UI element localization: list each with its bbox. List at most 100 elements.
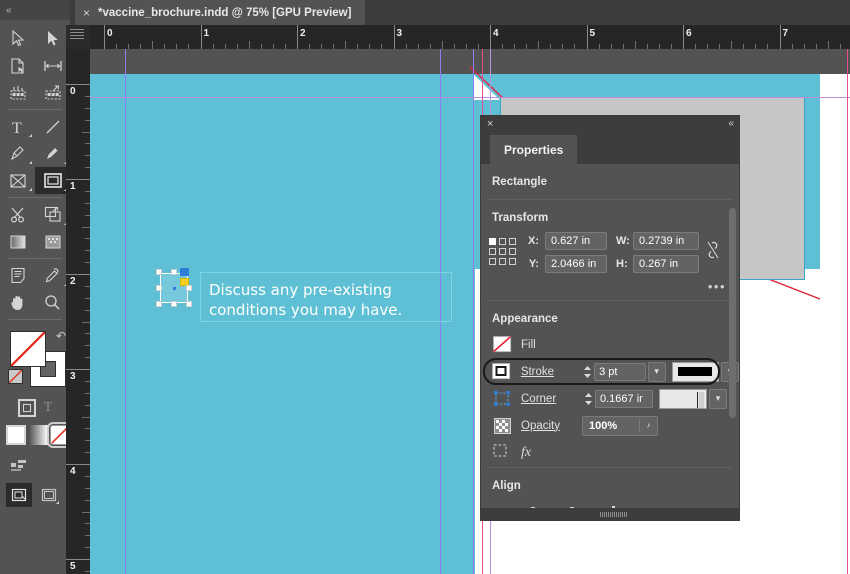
corner-radius-stepper[interactable] xyxy=(582,389,595,409)
fill-row[interactable]: Fill xyxy=(481,331,739,358)
apply-gradient-button[interactable] xyxy=(28,425,48,445)
corner-options-icon[interactable] xyxy=(492,390,512,408)
panel-collapse-strip[interactable]: « xyxy=(0,0,70,20)
tool-flyout-corner-icon xyxy=(29,188,32,191)
formatting-affects-row: T xyxy=(0,395,70,421)
opacity-checker-icon[interactable] xyxy=(492,417,512,435)
effects-row[interactable]: fx xyxy=(481,439,739,467)
handle-middle-left[interactable] xyxy=(156,285,162,291)
opacity-row[interactable]: Opacity 100% › xyxy=(481,412,739,439)
default-fill-stroke-icon[interactable] xyxy=(8,369,23,384)
vertical-ruler[interactable]: 0 1 2 3 4 5 xyxy=(66,49,90,574)
transform-more-options[interactable]: ••• xyxy=(481,273,739,300)
stroke-row[interactable]: Stroke 3 pt ▾ ▾ xyxy=(481,358,739,385)
gradient-swatch-tool[interactable] xyxy=(0,228,35,255)
stroke-weight-dropdown[interactable]: ▾ xyxy=(647,361,666,382)
y-input[interactable]: 2.0466 in xyxy=(545,255,607,273)
collapse-chevrons-icon[interactable]: « xyxy=(6,5,11,16)
fill-label: Fill xyxy=(521,338,536,351)
broken-link-icon[interactable] xyxy=(706,240,720,265)
ruler-origin-box[interactable] xyxy=(66,25,90,49)
ruler-tick-v: 5 xyxy=(70,561,76,572)
selection-tool[interactable] xyxy=(0,25,35,52)
fill-none-swatch-icon[interactable] xyxy=(492,336,512,354)
page-tool[interactable] xyxy=(0,52,35,79)
wh-fields: W: 0.2739 in H: 0.267 in xyxy=(616,232,699,273)
svg-text:T: T xyxy=(12,120,22,135)
document-tab-bar: × *vaccine_brochure.indd @ 75% [GPU Prev… xyxy=(70,0,850,25)
content-collector-tool[interactable] xyxy=(0,79,35,106)
stroke-weight-stepper[interactable] xyxy=(581,362,594,382)
direct-selection-tool[interactable] xyxy=(35,25,70,52)
handle-top-left[interactable] xyxy=(156,269,162,275)
corner-shape-dropdown[interactable]: ▾ xyxy=(709,388,727,409)
rectangle-tool[interactable] xyxy=(35,167,70,194)
eyedropper-tool[interactable] xyxy=(35,262,70,289)
line-tool[interactable] xyxy=(35,113,70,140)
opacity-control[interactable]: 100% › xyxy=(582,415,658,436)
note-tool[interactable] xyxy=(0,262,35,289)
x-input[interactable]: 0.627 in xyxy=(545,232,607,250)
stroke-swatch-icon[interactable] xyxy=(492,363,512,381)
panel-scrollbar-thumb[interactable] xyxy=(729,208,736,418)
handle-bottom-left[interactable] xyxy=(156,301,162,307)
free-transform-tool[interactable] xyxy=(35,201,70,228)
panel-titlebar[interactable]: × « xyxy=(481,116,739,135)
handle-bottom-right[interactable] xyxy=(186,301,192,307)
fill-swatch[interactable] xyxy=(10,331,46,367)
document-tab[interactable]: × *vaccine_brochure.indd @ 75% [GPU Prev… xyxy=(75,0,366,25)
tool-divider xyxy=(0,316,70,323)
stroke-weight-input[interactable]: 3 pt xyxy=(594,362,646,381)
panel-scrollbar-track[interactable] xyxy=(729,208,736,518)
ruler-tick-h: 4 xyxy=(493,28,499,39)
h-input[interactable]: 0.267 in xyxy=(633,255,699,273)
corner-shape-swatch[interactable] xyxy=(659,388,707,409)
text-frame[interactable]: Discuss any pre-existing conditions you … xyxy=(200,272,452,322)
opacity-value[interactable]: 100% xyxy=(583,420,639,432)
gap-tool[interactable] xyxy=(35,52,70,79)
type-tool[interactable]: T xyxy=(0,113,35,140)
handle-top-right[interactable] xyxy=(180,268,189,276)
content-placer-tool[interactable] xyxy=(35,79,70,106)
normal-screen-mode-button[interactable] xyxy=(6,483,32,507)
gradient-feather-tool[interactable] xyxy=(35,228,70,255)
close-icon[interactable]: × xyxy=(83,6,90,20)
tools-panel: T ↶ T xyxy=(0,20,73,574)
zoom-tool[interactable] xyxy=(35,289,70,316)
h-label: H: xyxy=(616,258,628,270)
ruler-tick-v: 1 xyxy=(70,181,76,192)
close-icon[interactable]: × xyxy=(487,118,493,130)
handle-middle-right[interactable] xyxy=(186,285,192,291)
stroke-color-swatch[interactable] xyxy=(671,361,720,382)
screen-mode-row xyxy=(0,483,70,507)
handle-bottom-center[interactable] xyxy=(171,301,177,307)
scissors-tool[interactable] xyxy=(0,201,35,228)
selected-rectangle[interactable] xyxy=(156,268,192,307)
formatting-affects-container-icon[interactable] xyxy=(17,399,36,417)
ruler-tick-v: 2 xyxy=(70,276,76,287)
reference-point-proxy[interactable] xyxy=(489,237,519,268)
text-frame-line-1: Discuss any pre-existing xyxy=(209,281,392,299)
tab-properties[interactable]: Properties xyxy=(490,135,578,164)
frame-tool[interactable] xyxy=(0,167,35,194)
bleed-guide-far-right xyxy=(847,49,848,574)
fx-label[interactable]: fx xyxy=(521,445,531,461)
effects-frame-icon[interactable] xyxy=(492,443,508,463)
pen-tool[interactable] xyxy=(0,140,35,167)
corner-row[interactable]: Corner 0.1667 ir ▾ xyxy=(481,385,739,412)
handle-top-center[interactable] xyxy=(171,269,177,275)
opacity-flyout-arrow-icon[interactable]: › xyxy=(639,420,657,431)
w-input[interactable]: 0.2739 in xyxy=(633,232,699,250)
panel-resize-grip[interactable] xyxy=(600,512,628,517)
collapse-chevrons-icon[interactable]: « xyxy=(728,118,733,129)
formatting-affects-text-icon[interactable]: T xyxy=(44,400,53,416)
indesign-window: « × *vaccine_brochure.indd @ 75% [GPU Pr… xyxy=(0,0,850,574)
horizontal-ruler[interactable]: 0 1 2 3 4 5 6 7 xyxy=(90,25,850,49)
corner-radius-input[interactable]: 0.1667 ir xyxy=(595,389,653,408)
pencil-tool[interactable] xyxy=(35,140,70,167)
margin-guide-top xyxy=(90,97,850,98)
swap-fill-stroke-icon[interactable]: ↶ xyxy=(56,329,66,343)
apply-color-button[interactable] xyxy=(6,425,26,445)
preview-screen-mode-button[interactable] xyxy=(36,483,62,507)
hand-tool[interactable] xyxy=(0,289,35,316)
